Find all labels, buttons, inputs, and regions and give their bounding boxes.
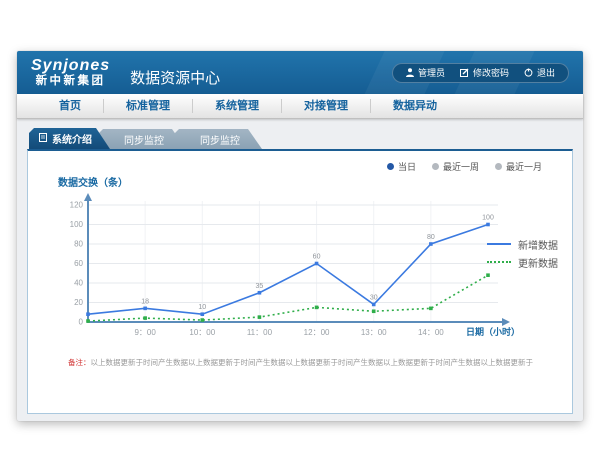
user-menu-label: 管理员 xyxy=(418,66,445,79)
solid-line-icon xyxy=(487,243,511,245)
svg-text:80: 80 xyxy=(427,234,435,241)
app-window: Synjones 新中新集团 数据资源中心 管理员 修改密码 退出 xyxy=(17,51,583,421)
svg-text:100: 100 xyxy=(482,215,494,222)
tab-sync-monitor-2[interactable]: 同步监控 xyxy=(174,129,262,149)
user-menu-logout[interactable]: 退出 xyxy=(524,66,555,79)
nav-item-interface-mgmt[interactable]: 对接管理 xyxy=(282,94,370,118)
edit-icon xyxy=(460,68,469,77)
svg-text:120: 120 xyxy=(70,201,84,210)
svg-text:20: 20 xyxy=(74,298,83,307)
chart-card: 当日 最近一周 最近一月 数据交换（条） 9：00 10：00 11：00 12：00… xyxy=(27,149,573,414)
logo-company: 新中新集团 xyxy=(31,75,110,87)
svg-text:10：00: 10：00 xyxy=(189,328,215,337)
svg-text:40: 40 xyxy=(74,279,83,288)
tab-bar: 系统介绍 同步监控 同步监控 xyxy=(29,128,573,149)
tab-label: 同步监控 xyxy=(124,132,164,147)
svg-text:14：00: 14：00 xyxy=(418,328,444,337)
svg-text:9：00: 9：00 xyxy=(134,328,156,337)
chart-legend: 新增数据 更新数据 xyxy=(487,235,558,271)
legend-label: 更新数据 xyxy=(518,255,558,270)
legend-item-new-data: 新增数据 xyxy=(487,235,558,253)
user-menu-label: 修改密码 xyxy=(473,66,509,79)
user-menu-label: 退出 xyxy=(537,66,555,79)
dotted-line-icon xyxy=(487,261,511,263)
line-chart: 9：00 10：00 11：00 12：00 13：00 14：00 0 20 40 60 80 10… xyxy=(50,191,525,343)
svg-text:100: 100 xyxy=(70,220,84,229)
content-area: 系统介绍 同步监控 同步监控 当日 最近一周 xyxy=(17,119,583,414)
footnote-text: 以上数据更新于时间产生数据以上数据更新于时间产生数据以上数据更新于时间产生数据以… xyxy=(91,358,534,367)
footnote: 备注：以上数据更新于时间产生数据以上数据更新于时间产生数据以上数据更新于时间产生… xyxy=(68,357,558,368)
svg-text:11：00: 11：00 xyxy=(247,328,273,337)
radio-unselected-icon xyxy=(432,163,439,170)
svg-text:日期（小时）: 日期（小时） xyxy=(466,326,520,337)
svg-text:18: 18 xyxy=(141,298,149,305)
radio-unselected-icon xyxy=(495,163,502,170)
radio-selected-icon xyxy=(387,163,394,170)
svg-text:10: 10 xyxy=(198,304,206,311)
svg-text:35: 35 xyxy=(256,283,264,290)
svg-text:60: 60 xyxy=(74,259,83,268)
svg-text:0: 0 xyxy=(79,318,84,327)
tab-label: 同步监控 xyxy=(200,132,240,147)
legend-label: 新增数据 xyxy=(518,237,558,252)
radio-label: 最近一月 xyxy=(506,160,542,173)
tab-sync-monitor-1[interactable]: 同步监控 xyxy=(98,129,186,149)
tab-label: 系统介绍 xyxy=(52,131,92,146)
page-title: 数据资源中心 xyxy=(130,67,220,88)
user-menu-admin[interactable]: 管理员 xyxy=(406,66,445,79)
svg-text:30: 30 xyxy=(370,294,378,301)
main-nav: 首页 标准管理 系统管理 对接管理 数据异动 xyxy=(17,94,583,119)
y-axis-title: 数据交换（条） xyxy=(58,174,128,189)
nav-item-data-change[interactable]: 数据异动 xyxy=(371,94,459,118)
nav-item-standard-mgmt[interactable]: 标准管理 xyxy=(104,94,192,118)
radio-label: 当日 xyxy=(398,160,416,173)
user-menu: 管理员 修改密码 退出 xyxy=(392,63,569,83)
radio-last-week[interactable]: 最近一周 xyxy=(432,160,479,173)
svg-text:13：00: 13：00 xyxy=(361,328,387,337)
user-icon xyxy=(406,68,414,77)
radio-last-month[interactable]: 最近一月 xyxy=(495,160,542,173)
nav-item-home[interactable]: 首页 xyxy=(37,94,103,118)
radio-label: 最近一周 xyxy=(443,160,479,173)
logo-brand: Synjones xyxy=(31,58,110,75)
nav-item-system-mgmt[interactable]: 系统管理 xyxy=(193,94,281,118)
time-range-filter: 当日 最近一周 最近一月 xyxy=(387,160,542,173)
user-menu-change-password[interactable]: 修改密码 xyxy=(460,66,509,79)
header: Synjones 新中新集团 数据资源中心 管理员 修改密码 退出 xyxy=(17,51,583,94)
legend-item-update-data: 更新数据 xyxy=(487,253,558,271)
svg-text:60: 60 xyxy=(313,254,321,261)
svg-text:80: 80 xyxy=(74,240,83,249)
tab-system-intro[interactable]: 系统介绍 xyxy=(29,128,110,149)
logo: Synjones 新中新集团 xyxy=(31,58,110,87)
footnote-prefix: 备注： xyxy=(68,358,91,367)
document-icon xyxy=(39,133,47,145)
svg-text:12：00: 12：00 xyxy=(304,328,330,337)
radio-today[interactable]: 当日 xyxy=(387,160,416,173)
power-icon xyxy=(524,68,533,77)
